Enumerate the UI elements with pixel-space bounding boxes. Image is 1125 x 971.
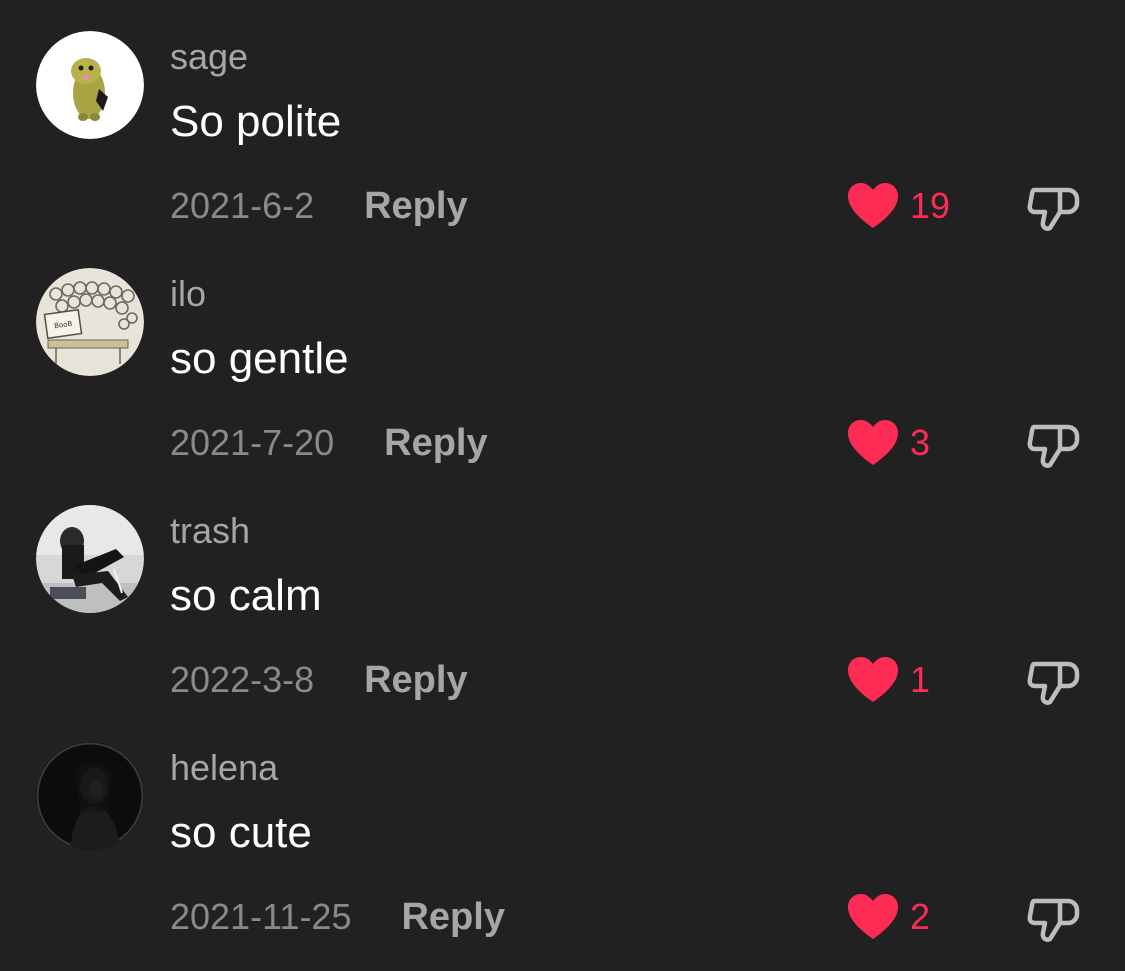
thumbs-down-icon[interactable] (1026, 180, 1080, 234)
comment-meta: 2021-11-25 Reply (170, 892, 505, 942)
comment-meta: 2021-6-2 Reply (170, 181, 468, 231)
comment-date: 2021-7-20 (170, 422, 335, 463)
comment-meta: 2021-7-20 Reply (170, 418, 488, 468)
comment-text: so calm (170, 571, 322, 620)
like-count: 1 (910, 659, 931, 700)
comment-date: 2021-6-2 (170, 185, 315, 226)
comment-item: BooB ilo so gentle 2021-7-20 Reply 3 (0, 237, 1125, 474)
heart-icon[interactable] (846, 419, 900, 467)
dislike-button[interactable] (1026, 654, 1080, 708)
comment-date: 2021-11-25 (170, 896, 352, 937)
dislike-button[interactable] (1026, 180, 1080, 234)
reply-button[interactable]: Reply (364, 658, 467, 702)
comment-list: sage So polite 2021-6-2 Reply 19 BooB il… (0, 0, 1125, 971)
reply-button[interactable]: Reply (384, 421, 487, 465)
reply-button[interactable]: Reply (364, 184, 467, 228)
avatar[interactable]: BooB (36, 268, 144, 376)
comment-date: 2022-3-8 (170, 659, 315, 700)
thumbs-down-icon[interactable] (1026, 891, 1080, 945)
thumbs-down-icon[interactable] (1026, 654, 1080, 708)
username[interactable]: trash (170, 510, 250, 552)
like-count: 3 (910, 422, 931, 463)
avatar[interactable] (36, 505, 144, 613)
like-count: 19 (910, 185, 951, 226)
thumbs-down-icon[interactable] (1026, 417, 1080, 471)
dislike-button[interactable] (1026, 417, 1080, 471)
avatar[interactable] (36, 31, 144, 139)
comment-text: so gentle (170, 334, 349, 383)
username[interactable]: helena (170, 747, 278, 789)
heart-icon[interactable] (846, 656, 900, 704)
dislike-button[interactable] (1026, 891, 1080, 945)
comment-text: so cute (170, 808, 312, 857)
like-button[interactable]: 1 (846, 655, 930, 705)
like-button[interactable]: 3 (846, 418, 930, 468)
heart-icon[interactable] (846, 182, 900, 230)
username[interactable]: sage (170, 36, 248, 78)
comment-item: trash so calm 2022-3-8 Reply 1 (0, 474, 1125, 711)
heart-icon[interactable] (846, 893, 900, 941)
like-count: 2 (910, 896, 931, 937)
reply-button[interactable]: Reply (401, 895, 504, 939)
username[interactable]: ilo (170, 273, 206, 315)
comment-item: sage So polite 2021-6-2 Reply 19 (0, 0, 1125, 237)
avatar[interactable] (36, 742, 144, 850)
comment-meta: 2022-3-8 Reply (170, 655, 468, 705)
comment-item: helena so cute 2021-11-25 Reply 2 (0, 711, 1125, 948)
like-button[interactable]: 19 (846, 181, 950, 231)
like-button[interactable]: 2 (846, 892, 930, 942)
comment-text: So polite (170, 97, 342, 146)
